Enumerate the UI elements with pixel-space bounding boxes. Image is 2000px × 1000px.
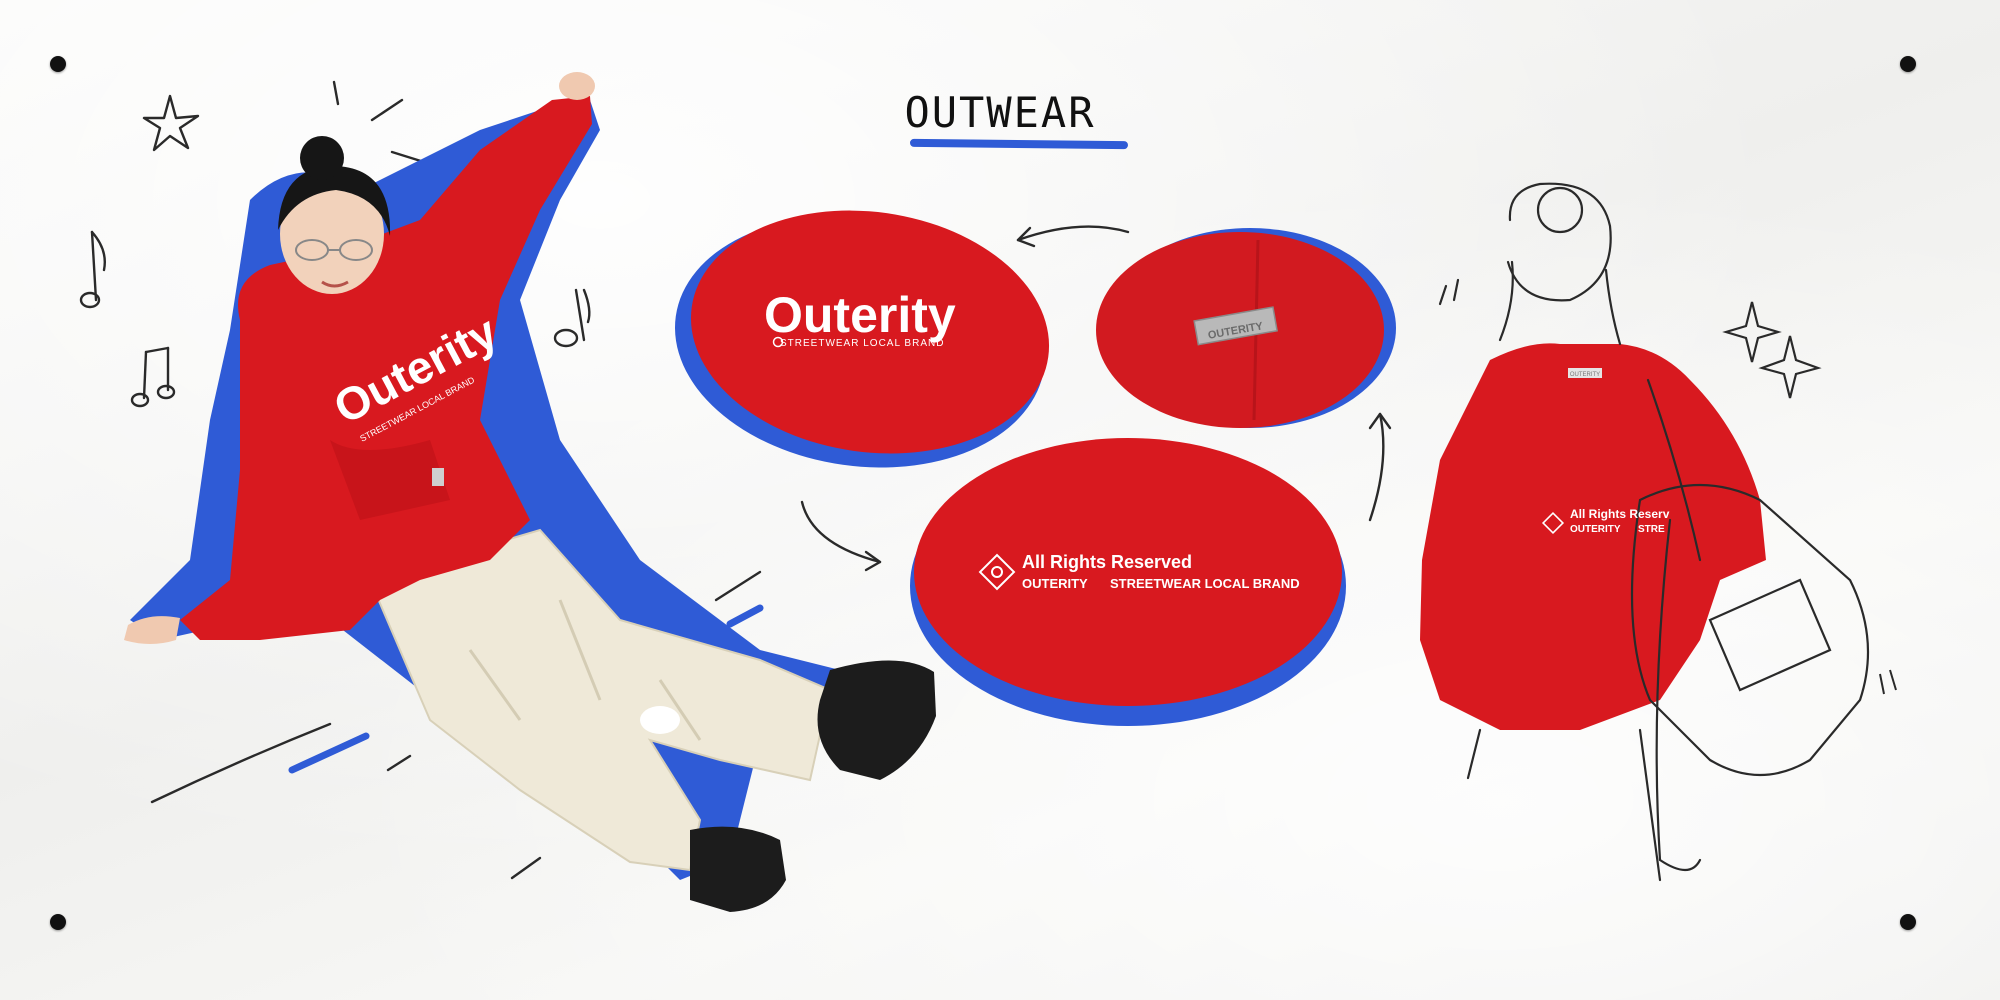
spark-line xyxy=(370,98,404,122)
arrow-icon xyxy=(800,500,882,572)
sketch-hoodie xyxy=(1420,343,1766,730)
shoe xyxy=(690,826,786,912)
sparkle-icon xyxy=(1722,301,1782,363)
sketch-print-line1: All Rights Reserv xyxy=(1570,507,1670,521)
arrow-icon xyxy=(1016,225,1130,248)
arrow-icon xyxy=(1368,412,1392,522)
sketch-tag-text: OUTERITY xyxy=(1570,372,1600,378)
motion-line xyxy=(386,754,412,772)
hoodie-tag xyxy=(432,468,444,486)
motion-line-blue xyxy=(288,732,370,774)
shoe xyxy=(817,660,936,780)
sketch-print-line2: OUTERITY xyxy=(1570,524,1621,535)
model-figure xyxy=(124,72,936,912)
hand xyxy=(559,72,595,100)
sketch-print-line3: STRE xyxy=(1638,524,1665,535)
motion-line xyxy=(714,570,762,602)
music-note-icon xyxy=(553,288,591,348)
star-doodle-icon xyxy=(142,94,200,152)
spark-line xyxy=(332,80,340,106)
music-note-icon xyxy=(79,230,106,309)
hair-bun xyxy=(300,136,344,180)
oval-back-line3: STREETWEAR LOCAL BRAND xyxy=(1110,576,1300,591)
oval-back-line2: OUTERITY xyxy=(1022,576,1088,591)
oval-logo-tagline: STREETWEAR LOCAL BRAND xyxy=(780,338,944,349)
oval-logo-brand: Outerity xyxy=(764,287,956,343)
artwork: Outerity STREETWEAR LOCAL BRAND Outerity… xyxy=(79,72,1897,912)
motion-line-blue xyxy=(726,604,764,628)
music-note-icon xyxy=(130,346,176,408)
motion-line xyxy=(510,856,542,880)
oval-back-line1: All Rights Reserved xyxy=(1022,552,1192,572)
sparkle-icon xyxy=(1758,335,1822,399)
